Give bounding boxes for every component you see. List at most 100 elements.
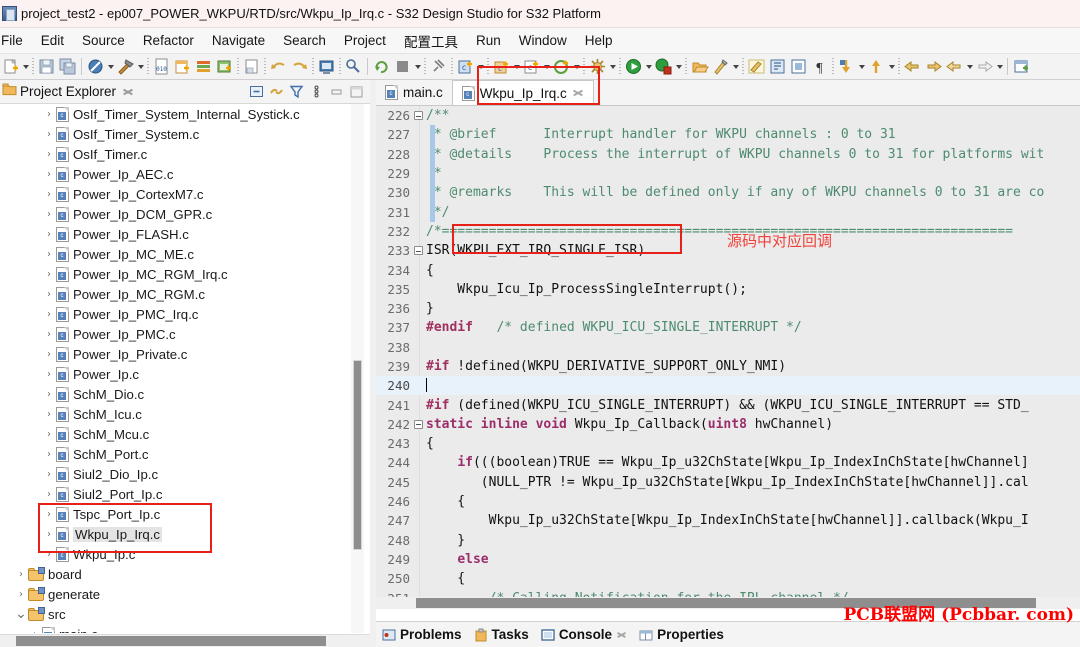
code-line[interactable]: 245 (NULL_PTR != Wkpu_Ip_u32ChState[Wkpu…	[376, 473, 1080, 492]
chevron-right-icon[interactable]: ›	[42, 409, 56, 420]
new-c-source-icon[interactable]: c	[522, 57, 541, 76]
binary-010-icon[interactable]: 010	[152, 57, 171, 76]
close-icon[interactable]	[616, 629, 627, 640]
tree-file-row[interactable]: › c SchM_Mcu.c	[0, 424, 370, 444]
explorer-vscrollbar-thumb[interactable]	[353, 360, 362, 550]
tree-file-row[interactable]: › c SchM_Icu.c	[0, 404, 370, 424]
link-editor-icon[interactable]	[269, 84, 284, 99]
build-dropdown-icon[interactable]	[136, 58, 145, 76]
next-edit-dropdown-icon[interactable]	[995, 58, 1004, 76]
new-window-icon[interactable]	[215, 57, 234, 76]
tree-file-row[interactable]: › c Power_Ip_DCM_GPR.c	[0, 204, 370, 224]
code-line[interactable]: 239 #if !defined(WKPU_DERIVATIVE_SUPPORT_…	[376, 357, 1080, 376]
back-icon[interactable]	[903, 57, 922, 76]
layers-icon[interactable]	[194, 57, 213, 76]
code-line[interactable]: 228 * @details Process the interrupt of …	[376, 145, 1080, 164]
chevron-right-icon[interactable]: ›	[42, 249, 56, 260]
tab-tasks[interactable]: Tasks	[474, 627, 529, 642]
tree-folder-row[interactable]: › generate	[0, 584, 370, 604]
chevron-right-icon[interactable]: ›	[42, 209, 56, 220]
code-line[interactable]: 226 /**	[376, 106, 1080, 125]
terminal-icon[interactable]	[317, 57, 336, 76]
no-build-dropdown-icon[interactable]	[106, 58, 115, 76]
close-icon[interactable]	[122, 86, 134, 98]
new-c-source-dropdown-icon[interactable]	[542, 58, 551, 76]
debug-dropdown-icon[interactable]	[674, 58, 683, 76]
undo-icon[interactable]	[269, 57, 288, 76]
chevron-right-icon[interactable]: ›	[14, 569, 28, 580]
project-tree[interactable]: › c OsIf_Timer_System_Internal_Systick.c › c…	[0, 104, 370, 633]
stop-dropdown-icon[interactable]	[413, 58, 422, 76]
code-line[interactable]: 244 if(((boolean)TRUE == Wkpu_Ip_u32ChSt…	[376, 453, 1080, 472]
tree-file-row[interactable]: › c Wkpu_Ip_Irq.c	[0, 524, 370, 544]
new-c-project-icon[interactable]: c	[492, 57, 511, 76]
menu-source[interactable]: Source	[73, 31, 134, 50]
tree-file-row[interactable]: › c SchM_Dio.c	[0, 384, 370, 404]
new-c-header-dropdown-icon[interactable]	[572, 58, 581, 76]
tree-file-row[interactable]: › c Power_Ip_AEC.c	[0, 164, 370, 184]
code-line[interactable]: 229 *	[376, 164, 1080, 183]
tree-file-row[interactable]: › c OsIf_Timer.c	[0, 144, 370, 164]
explorer-hscrollbar-track[interactable]	[0, 634, 370, 647]
tree-file-row[interactable]: › c Power_Ip.c	[0, 364, 370, 384]
chevron-right-icon[interactable]: ›	[42, 489, 56, 500]
code-line[interactable]: 246 {	[376, 492, 1080, 511]
code-line[interactable]: 242 static inline void Wkpu_Ip_Callback(u…	[376, 415, 1080, 434]
maximize-icon[interactable]	[349, 84, 364, 99]
tree-file-row[interactable]: › c Power_Ip_MC_RGM_Irq.c	[0, 264, 370, 284]
debug-icon[interactable]	[654, 57, 673, 76]
tree-folder-row[interactable]: ⌄ src	[0, 604, 370, 624]
fold-collapse-icon[interactable]	[410, 111, 426, 121]
menu-refactor[interactable]: Refactor	[134, 31, 203, 50]
new-file-dropdown-icon[interactable]	[21, 58, 30, 76]
prev-marker-icon[interactable]	[867, 57, 886, 76]
new-c-class-dropdown-icon[interactable]	[476, 58, 485, 76]
open-folder-icon[interactable]	[690, 57, 709, 76]
collapse-all-icon[interactable]	[249, 84, 264, 99]
new-c-header-icon[interactable]	[552, 57, 571, 76]
run-dropdown-icon[interactable]	[644, 58, 653, 76]
code-line[interactable]: 237 #endif /* defined WKPU_ICU_SINGLE_INT…	[376, 318, 1080, 337]
chevron-right-icon[interactable]: ›	[28, 629, 42, 634]
chevron-right-icon[interactable]: ›	[42, 469, 56, 480]
pin-icon[interactable]	[429, 57, 448, 76]
block-selection-icon[interactable]	[789, 57, 808, 76]
tree-file-row[interactable]: › c SchM_Port.c	[0, 444, 370, 464]
tree-file-row[interactable]: › c Power_Ip_MC_ME.c	[0, 244, 370, 264]
code-line[interactable]: 236}	[376, 299, 1080, 318]
chevron-right-icon[interactable]: ›	[42, 529, 56, 540]
chevron-right-icon[interactable]: ›	[14, 589, 28, 600]
show-whitespace-icon[interactable]	[768, 57, 787, 76]
explorer-hscrollbar-thumb[interactable]	[16, 636, 326, 646]
chevron-down-icon[interactable]: ⌄	[14, 607, 28, 621]
tab-problems[interactable]: Problems	[382, 627, 462, 642]
chevron-right-icon[interactable]: ›	[42, 329, 56, 340]
chevron-right-icon[interactable]: ›	[42, 349, 56, 360]
search-pin-icon[interactable]	[344, 57, 363, 76]
tree-file-row[interactable]: › c Power_Ip_CortexM7.c	[0, 184, 370, 204]
chevron-right-icon[interactable]: ›	[42, 429, 56, 440]
chevron-right-icon[interactable]: ›	[42, 389, 56, 400]
view-menu-icon[interactable]	[309, 84, 324, 99]
code-line[interactable]: 248 }	[376, 531, 1080, 550]
menu-project[interactable]: Project	[335, 31, 395, 50]
chevron-right-icon[interactable]: ›	[42, 289, 56, 300]
menu-search[interactable]: Search	[274, 31, 335, 50]
code-line[interactable]: 231 */	[376, 202, 1080, 221]
menu-window[interactable]: Window	[510, 31, 576, 50]
tree-file-row[interactable]: › c Power_Ip_MC_RGM.c	[0, 284, 370, 304]
chevron-right-icon[interactable]: ›	[42, 109, 56, 120]
filter-icon[interactable]	[289, 84, 304, 99]
source-code-viewer[interactable]: 226/** 227 * @brief Interrupt handler for…	[376, 106, 1080, 609]
tab-properties[interactable]: Properties	[639, 627, 724, 642]
menu-config-tools[interactable]: 配置工具	[395, 29, 467, 53]
tree-file-row[interactable]: ›c main.c	[0, 624, 370, 633]
build-settings-icon[interactable]	[588, 57, 607, 76]
highlight-icon[interactable]	[747, 57, 766, 76]
save-icon[interactable]	[37, 57, 56, 76]
next-marker-icon[interactable]	[837, 57, 856, 76]
chevron-right-icon[interactable]: ›	[42, 309, 56, 320]
code-line[interactable]: 243 {	[376, 434, 1080, 453]
fold-collapse-icon[interactable]	[410, 246, 426, 256]
chevron-right-icon[interactable]: ›	[42, 149, 56, 160]
